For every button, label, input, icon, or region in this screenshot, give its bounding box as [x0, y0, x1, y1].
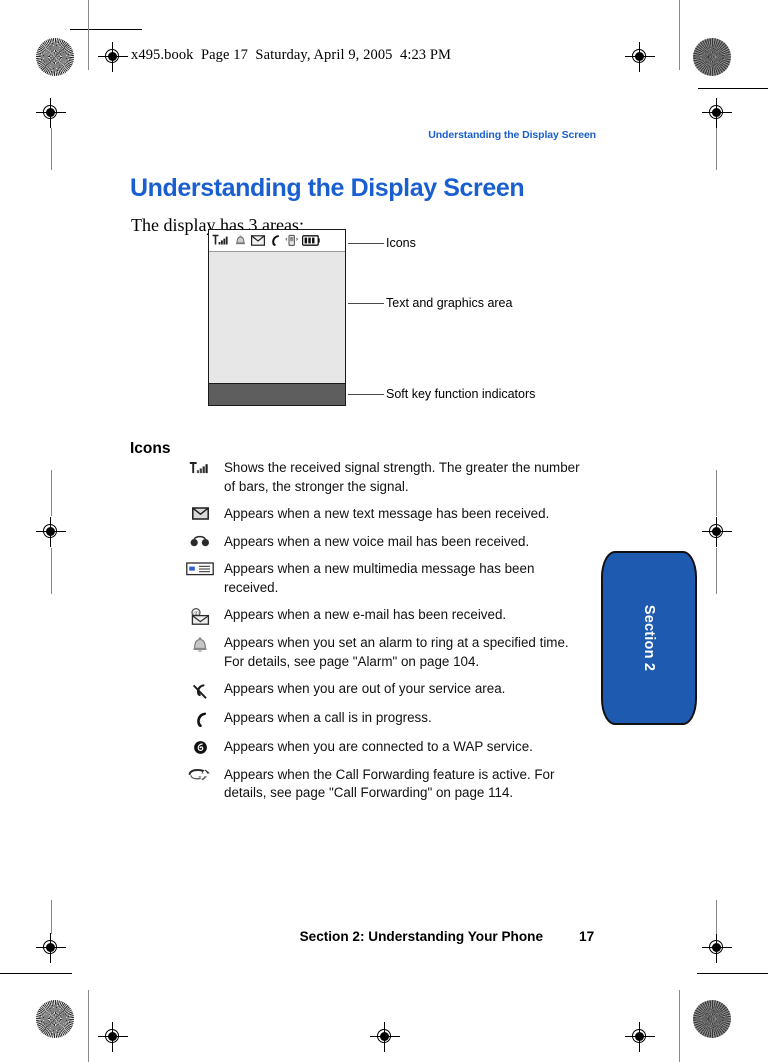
icon-description: Appears when a new e-mail has been recei… [224, 607, 507, 622]
trim-line-left-lower [51, 900, 52, 934]
trim-line-bottom-left-v [88, 990, 89, 1062]
registration-mark-right-lower [702, 933, 732, 963]
registration-mark-left-upper [36, 98, 66, 128]
file-header-stamp: x495.book Page 17 Saturday, April 9, 200… [131, 47, 452, 63]
list-item: @ Appears when a new e-mail has been rec… [176, 606, 596, 625]
callout-soft-key-indicators: Soft key function indicators [386, 387, 536, 401]
registration-mark-bottom-center [370, 1022, 400, 1052]
text-message-icon [251, 235, 265, 246]
alarm-icon [234, 234, 247, 247]
email-icon: @ [176, 606, 224, 625]
list-item: Appears when you are connected to a WAP … [176, 738, 596, 757]
icon-description: Appears when a new text message has been… [224, 506, 550, 521]
trim-line-top-left-v [88, 0, 89, 70]
icon-description: Appears when a call is in progress. [224, 710, 432, 725]
icons-section-heading: Icons [130, 439, 171, 457]
footer-section-text: Section 2: Understanding Your Phone [299, 929, 544, 944]
icon-description: Appears when the Call Forwarding feature… [224, 766, 555, 801]
print-starburst-bottom-left [36, 1000, 74, 1038]
registration-mark-right-upper [702, 98, 732, 128]
crop-line-top-left-h [70, 29, 142, 30]
phone-screen-mockup [208, 229, 346, 406]
trim-line-right-upper [716, 128, 717, 170]
icon-description: Appears when you are connected to a WAP … [224, 739, 533, 754]
list-item: Appears when the Call Forwarding feature… [176, 766, 596, 803]
icon-description: Shows the received signal strength. The … [224, 460, 580, 494]
screen-status-bar [209, 230, 345, 252]
multimedia-message-icon [176, 560, 224, 576]
crop-line-top-right-h [698, 88, 768, 89]
icon-description: Appears when you set an alarm to ring at… [224, 635, 569, 669]
registration-mark-top-right [625, 42, 655, 72]
trim-line-top-right-v [679, 0, 680, 70]
registration-mark-bottom-right [625, 1022, 655, 1052]
registration-mark-left-middle [36, 517, 66, 547]
text-message-icon [176, 505, 224, 520]
section-side-tab-label: Section 2 [641, 604, 657, 672]
screen-softkey-bar [209, 383, 345, 405]
registration-mark-top-left [98, 42, 128, 72]
alarm-icon [176, 634, 224, 654]
trim-line-bottom-right-v [679, 990, 680, 1062]
running-header: Understanding the Display Screen [428, 129, 596, 141]
leader-line-softkeys [348, 394, 384, 395]
registration-mark-bottom-left [98, 1022, 128, 1052]
callout-text-graphics-area: Text and graphics area [386, 296, 513, 310]
trim-line-left-middle-upper [51, 470, 52, 516]
list-item: Appears when a new voice mail has been r… [176, 533, 596, 552]
trim-line-right-lower [716, 900, 717, 934]
list-item: Appears when a new multimedia message ha… [176, 560, 596, 597]
crop-line-bottom-left-h [0, 973, 72, 974]
out-of-service-area-icon [176, 680, 224, 700]
list-item: Appears when you are out of your service… [176, 680, 596, 700]
page-footer: Section 2: Understanding Your Phone 17 [292, 914, 595, 944]
page-title: Understanding the Display Screen [130, 173, 525, 202]
signal-strength-icon [176, 459, 224, 476]
display-screen-figure: Icons Text and graphics area Soft key fu… [208, 229, 568, 409]
trim-line-right-middle-upper [716, 470, 717, 516]
wap-service-icon [176, 738, 224, 755]
screen-text-graphics-area [209, 252, 345, 385]
call-in-progress-icon [269, 234, 281, 247]
voice-mail-icon [176, 533, 224, 548]
icon-legend-list: Shows the received signal strength. The … [176, 459, 596, 812]
list-item: Appears when you set an alarm to ring at… [176, 634, 596, 671]
registration-mark-left-lower [36, 933, 66, 963]
trim-line-right-middle-lower [716, 548, 717, 594]
print-starburst-top-right [693, 38, 731, 76]
icon-description: Appears when a new voice mail has been r… [224, 533, 530, 549]
section-side-tab: Section 2 [601, 551, 697, 725]
print-starburst-top-left [36, 38, 74, 76]
icon-description: Appears when you are out of your service… [224, 681, 506, 696]
battery-icon [302, 235, 320, 246]
call-forwarding-icon [176, 766, 224, 784]
signal-strength-icon [212, 234, 230, 247]
list-item: Appears when a call is in progress. [176, 709, 596, 729]
call-in-progress-icon [176, 709, 224, 729]
leader-line-icons [348, 243, 384, 244]
print-starburst-bottom-right [693, 1000, 731, 1038]
registration-mark-right-middle [702, 517, 732, 547]
icon-description: Appears when a new multimedia message ha… [224, 561, 535, 595]
vibrate-icon [285, 234, 298, 247]
trim-line-left-upper [51, 128, 52, 170]
callout-icons: Icons [386, 236, 416, 250]
list-item: Appears when a new text message has been… [176, 505, 596, 524]
leader-line-text-graphics [348, 303, 384, 304]
list-item: Shows the received signal strength. The … [176, 459, 596, 496]
trim-line-left-middle-lower [51, 548, 52, 594]
crop-line-bottom-right-h [697, 973, 768, 974]
footer-page-number: 17 [579, 929, 595, 944]
